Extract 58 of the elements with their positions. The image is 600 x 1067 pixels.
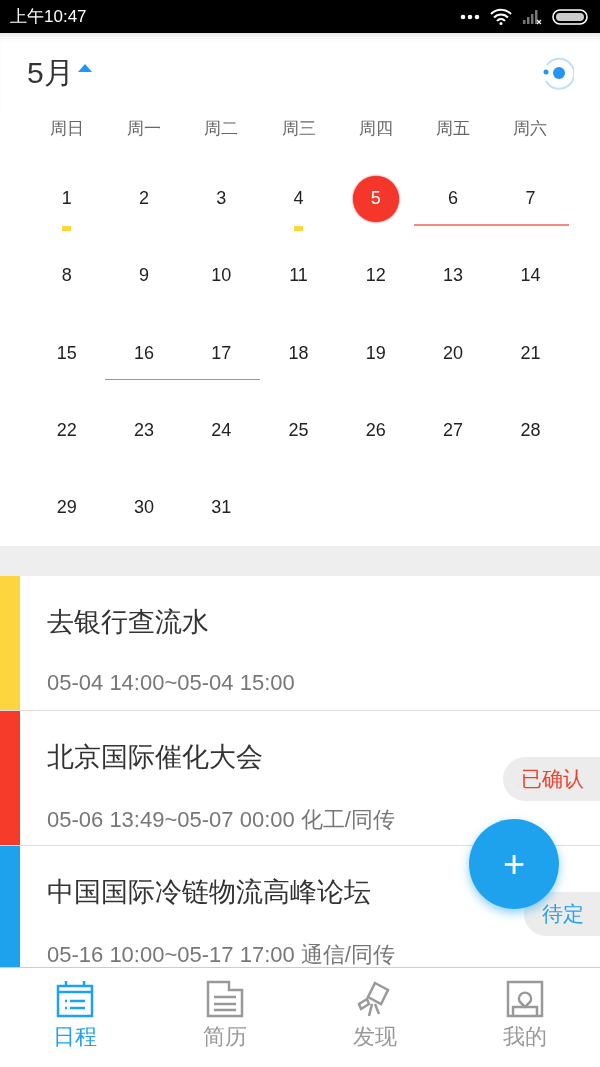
calendar-day[interactable]: 30 [120,484,167,531]
calendar-day[interactable]: 2 [120,175,167,222]
calendar-day[interactable]: 1 [43,175,90,222]
calendar-day[interactable]: 22 [43,407,90,454]
calendar-day[interactable]: 21 [507,330,554,377]
calendar-day[interactable]: 25 [275,407,322,454]
weekday-label: 周六 [512,117,549,140]
event-card[interactable]: 去银行查流水 05-04 14:00~05-04 15:00 [0,576,600,712]
month-title[interactable]: 5月 [27,52,74,94]
calendar-day[interactable]: 31 [198,484,245,531]
calendar-day[interactable]: 11 [275,252,322,299]
calendar-day[interactable]: 20 [430,330,477,377]
event-title: 北京国际催化大会 [47,741,264,775]
calendar-day[interactable]: 4 [275,175,322,222]
calendar-day[interactable]: 10 [198,252,245,299]
calendar-day[interactable]: 5 [352,175,399,222]
calendar-day[interactable]: 28 [507,407,554,454]
caret-icon[interactable] [77,64,92,72]
status-tag: 待定 [524,892,600,937]
more-dots-icon [460,13,480,20]
calendar-day[interactable]: 17 [198,330,245,377]
calendar-day[interactable]: 27 [430,407,477,454]
calendar-day[interactable]: 19 [352,330,399,377]
weekday-label: 周一 [125,117,162,140]
document-icon [205,980,245,1018]
calendar-day[interactable]: 18 [275,330,322,377]
weekday-label: 周五 [435,117,472,140]
wifi-icon [490,8,512,25]
event-time: 05-16 10:00~05-17 17:00 通信/同传 [47,941,395,967]
calendar-day[interactable]: 6 [430,175,477,222]
battery-icon [552,8,588,25]
status-tag: 已确认 [503,757,600,802]
event-time: 05-04 14:00~05-04 15:00 [47,670,295,697]
calendar-day[interactable]: 16 [120,330,167,377]
calendar-day[interactable]: 24 [198,407,245,454]
calendar-day[interactable]: 3 [198,175,245,222]
calendar-day[interactable]: 9 [120,252,167,299]
calendar-day[interactable]: 23 [120,407,167,454]
weekday-label: 周三 [280,117,317,140]
event-card[interactable]: 北京国际催化大会 05-06 13:49~05-07 00:00 化工/同传 已确认 [0,711,600,847]
calendar-day[interactable]: 14 [507,252,554,299]
signal-icon [522,8,542,25]
status-time: 上午10:47 [10,6,87,28]
calendar-day[interactable]: 7 [507,175,554,222]
weekday-label: 周四 [357,117,394,140]
weekday-label: 周二 [203,117,240,140]
calendar-day[interactable]: 26 [352,407,399,454]
calendar-day[interactable]: 12 [352,252,399,299]
profile-icon [505,980,545,1018]
event-title: 中国国际冷链物流高峰论坛 [47,876,372,910]
calendar-day[interactable]: 29 [43,484,90,531]
calendar-day[interactable]: 15 [43,330,90,377]
event-title: 去银行查流水 [47,606,210,640]
calendar-day[interactable]: 8 [43,252,90,299]
calendar-day[interactable]: 13 [430,252,477,299]
event-time: 05-06 13:49~05-07 00:00 化工/同传 [47,806,395,835]
weekday-label: 周日 [48,117,85,140]
calendar-icon [55,980,95,1018]
